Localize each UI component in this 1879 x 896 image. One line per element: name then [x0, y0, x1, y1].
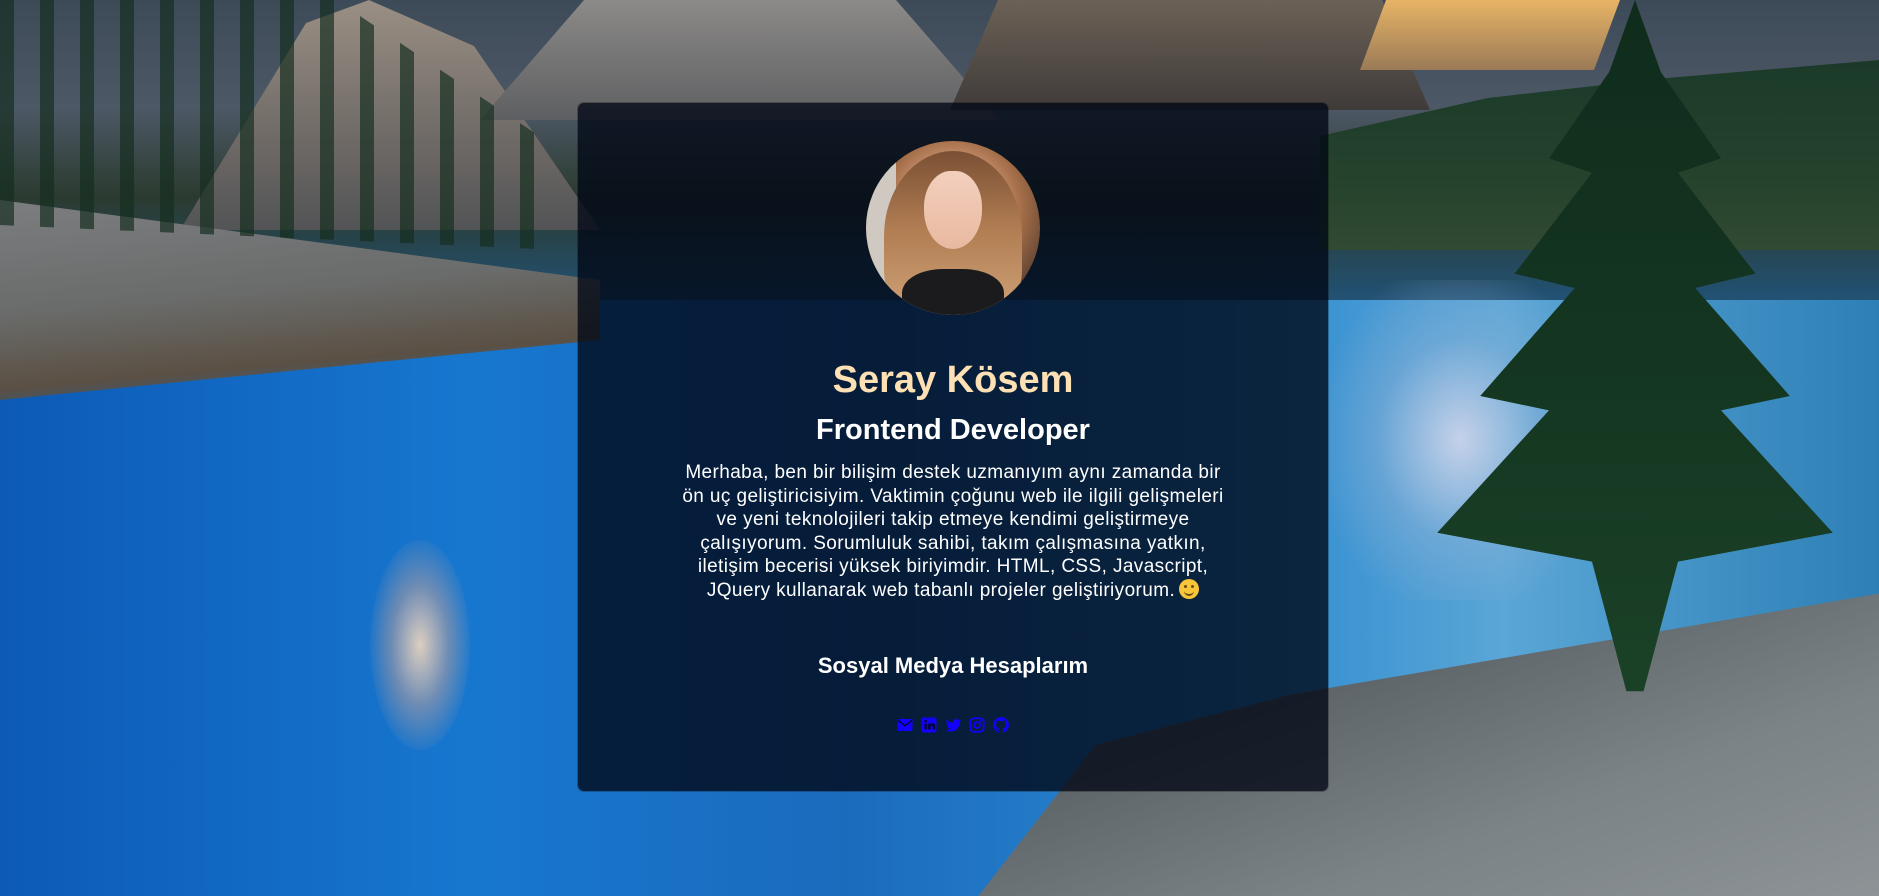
- envelope-icon[interactable]: [896, 716, 914, 734]
- profile-bio: Merhaba, ben bir bilişim destek uzmanıyı…: [678, 461, 1228, 602]
- github-icon[interactable]: [992, 716, 1010, 734]
- lake-reflection: [370, 540, 470, 750]
- linkedin-icon[interactable]: [920, 716, 938, 734]
- instagram-icon[interactable]: [968, 716, 986, 734]
- avatar: [866, 141, 1040, 315]
- social-icons: [578, 716, 1328, 734]
- profile-role: Frontend Developer: [816, 414, 1090, 446]
- smiley-icon: [1179, 578, 1200, 599]
- profile-name: Seray Kösem: [832, 359, 1074, 401]
- background-scene: Seray Kösem Frontend Developer Merhaba, …: [0, 0, 1879, 896]
- profile-card: Seray Kösem Frontend Developer Merhaba, …: [578, 103, 1328, 791]
- twitter-icon[interactable]: [944, 716, 962, 734]
- social-media-title: Sosyal Medya Hesaplarım: [817, 653, 1089, 678]
- profile-bio-text: Merhaba, ben bir bilişim destek uzmanıyı…: [682, 462, 1224, 601]
